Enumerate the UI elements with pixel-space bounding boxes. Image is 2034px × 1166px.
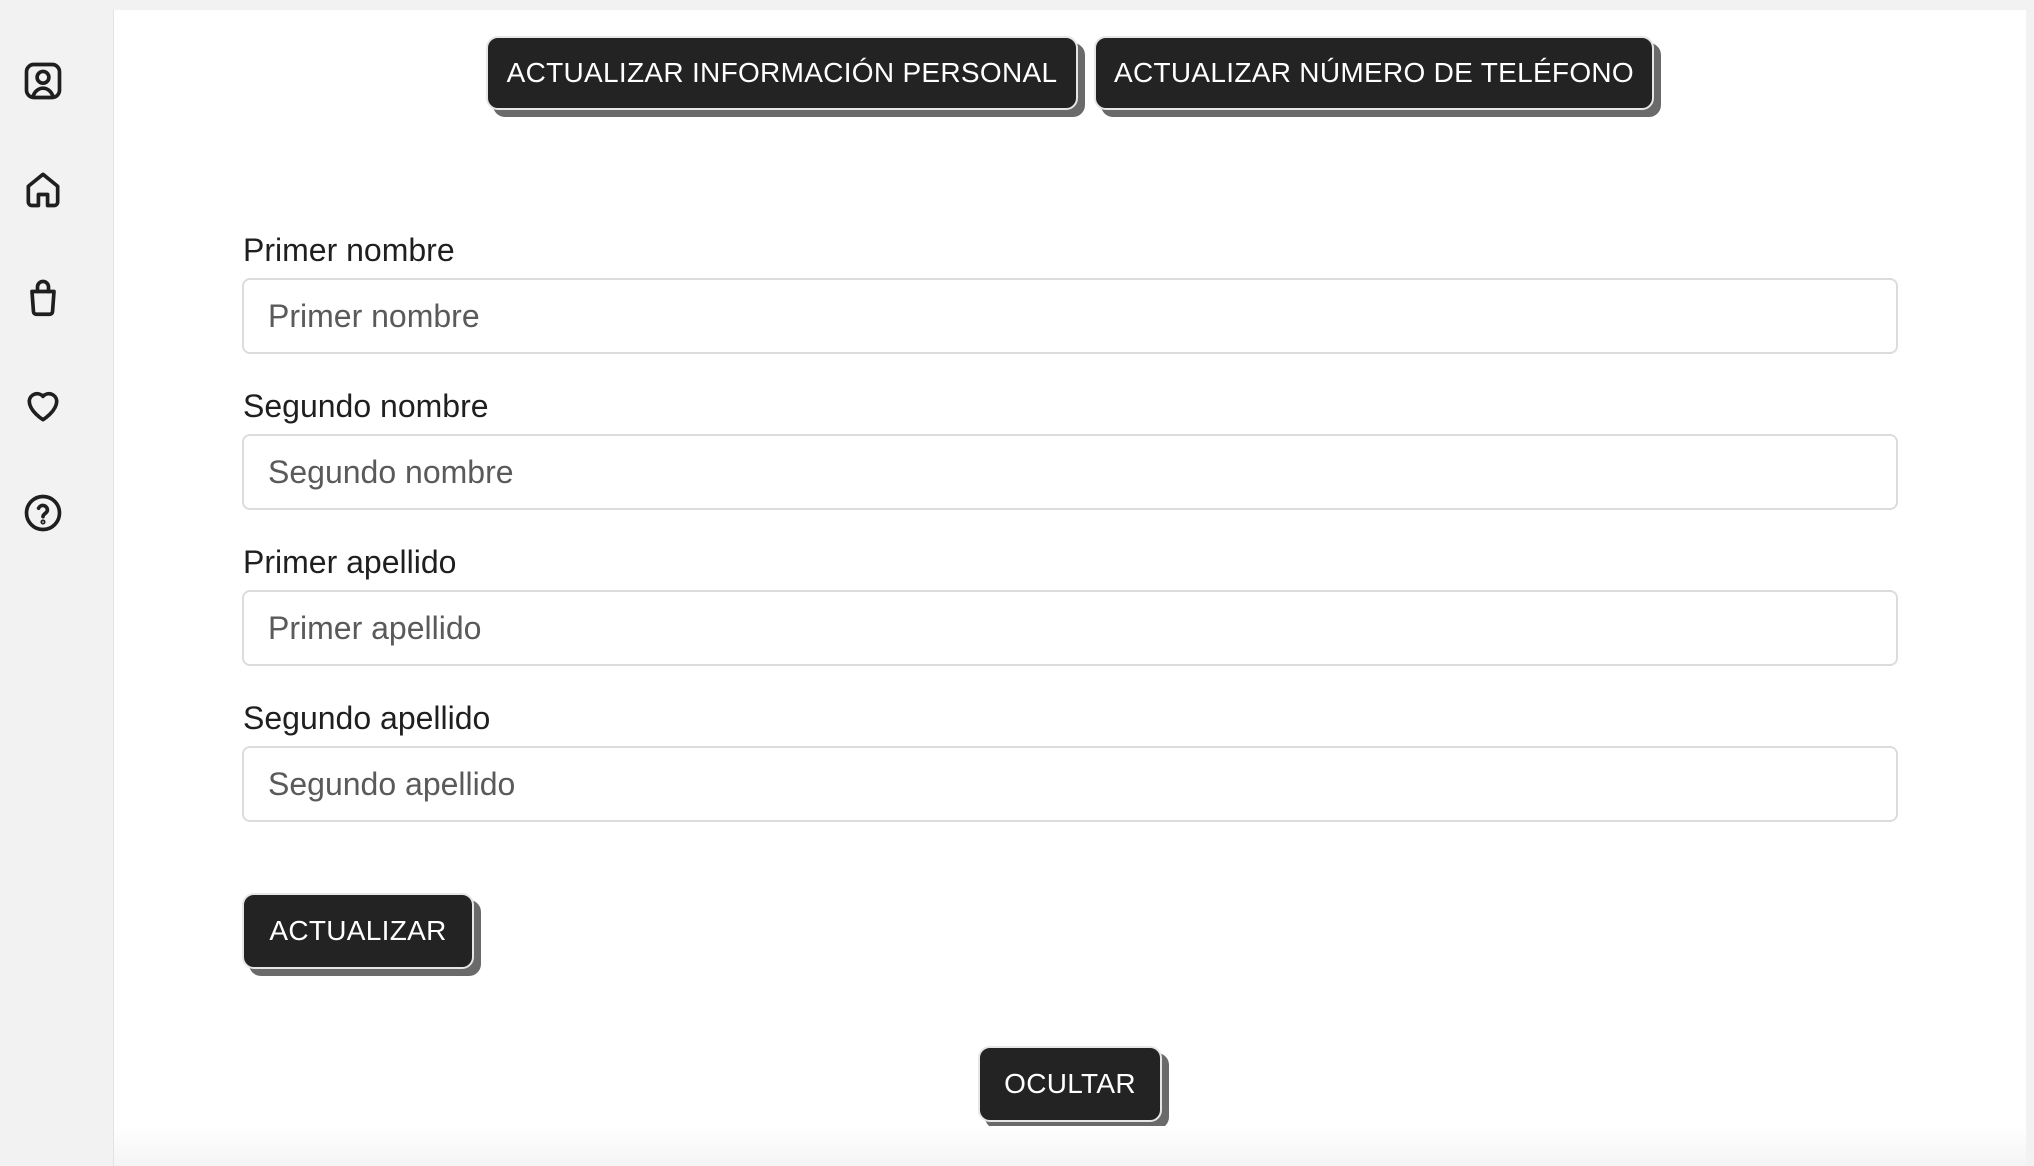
sidebar-item-favorites[interactable] — [18, 380, 68, 430]
sidebar — [0, 10, 114, 1166]
hide-button[interactable]: OCULTAR — [978, 1046, 1162, 1122]
app-root: ACTUALIZAR INFORMACIÓN PERSONAL ACTUALIZ… — [0, 0, 2034, 1166]
sidebar-item-home[interactable] — [18, 164, 68, 214]
tab-update-personal-info[interactable]: ACTUALIZAR INFORMACIÓN PERSONAL — [486, 36, 1078, 110]
second-surname-input[interactable] — [242, 746, 1898, 822]
sidebar-item-help[interactable] — [18, 488, 68, 538]
sidebar-item-profile[interactable] — [18, 56, 68, 106]
home-icon — [26, 172, 60, 208]
user-icon — [24, 62, 62, 100]
first-name-label: Primer nombre — [243, 232, 455, 268]
main-panel: ACTUALIZAR INFORMACIÓN PERSONAL ACTUALIZ… — [114, 10, 2026, 1166]
middle-name-label: Segundo nombre — [243, 388, 489, 424]
first-surname-label: Primer apellido — [243, 544, 457, 580]
shopping-bag-icon — [30, 279, 56, 317]
tab-update-phone-number[interactable]: ACTUALIZAR NÚMERO DE TELÉFONO — [1094, 36, 1654, 110]
second-surname-label: Segundo apellido — [243, 700, 491, 736]
first-name-input[interactable] — [242, 278, 1898, 354]
middle-name-input[interactable] — [242, 434, 1898, 510]
first-surname-input[interactable] — [242, 590, 1898, 666]
sidebar-item-shopping[interactable] — [18, 272, 68, 322]
help-icon — [24, 494, 62, 532]
panel-bottom-fade — [114, 1126, 2026, 1166]
update-button[interactable]: ACTUALIZAR — [242, 893, 474, 969]
heart-icon — [27, 391, 59, 422]
